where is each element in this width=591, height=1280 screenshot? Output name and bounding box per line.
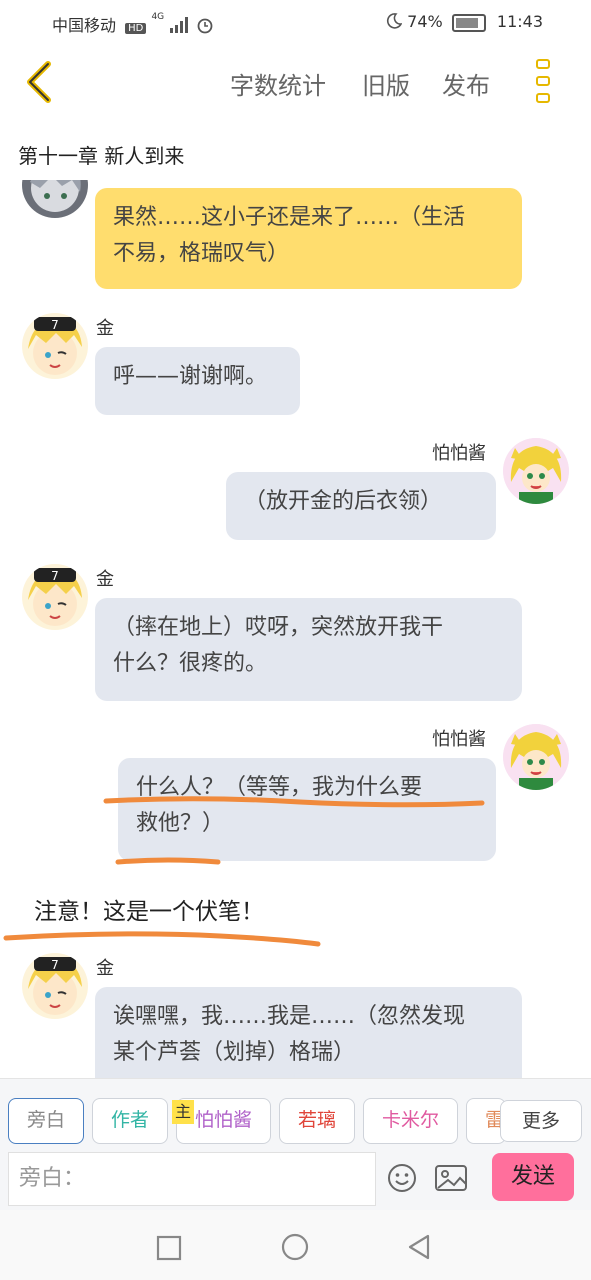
square-icon xyxy=(156,1235,182,1261)
moon-icon xyxy=(386,12,403,33)
host-badge: 主 xyxy=(172,1100,194,1124)
hd-badge: HD xyxy=(125,23,147,34)
menu-dot-icon xyxy=(536,76,550,86)
publish-button[interactable]: 发布 xyxy=(442,66,490,101)
circle-icon xyxy=(281,1233,309,1261)
alarm-icon xyxy=(196,16,214,38)
image-button[interactable] xyxy=(434,1163,468,1197)
more-roles-button[interactable]: 更多 xyxy=(500,1100,582,1142)
network-type: 4G xyxy=(151,12,165,22)
chapter-title: 第十一章 新人到来 xyxy=(18,144,185,168)
role-label: 怕怕酱 xyxy=(194,1109,252,1131)
back-button[interactable] xyxy=(20,56,64,108)
role-chip-ruoli[interactable]: 若璃 xyxy=(279,1098,355,1144)
role-label: 卡米尔 xyxy=(381,1109,439,1131)
role-label: 旁白 xyxy=(26,1109,65,1131)
role-label: 若璃 xyxy=(297,1109,336,1131)
image-icon xyxy=(435,1165,467,1191)
underline-stroke xyxy=(103,796,485,808)
menu-dot-icon xyxy=(536,59,550,69)
home-button[interactable] xyxy=(281,1233,309,1265)
battery-percent: 74% xyxy=(407,12,443,31)
message-input[interactable]: 旁白： xyxy=(8,1152,376,1206)
status-right: 74% 11:43 xyxy=(386,12,543,33)
role-chip-narration[interactable]: 旁白 xyxy=(8,1098,84,1144)
status-bar: 中国移动 HD 4G 74% 11:43 xyxy=(0,0,591,46)
send-button[interactable]: 发送 xyxy=(492,1153,574,1201)
underline-stroke xyxy=(3,931,321,947)
more-menu-button[interactable] xyxy=(530,56,558,108)
system-nav-bar xyxy=(0,1210,591,1280)
signal-icon xyxy=(169,16,191,37)
underline-stroke xyxy=(115,857,221,865)
back-nav-button[interactable] xyxy=(406,1233,432,1265)
emoji-button[interactable] xyxy=(386,1162,418,1198)
status-left: 中国移动 HD 4G xyxy=(52,12,214,38)
role-chip-author[interactable]: 作者 xyxy=(92,1098,168,1144)
clock: 11:43 xyxy=(496,12,543,31)
carrier-label: 中国移动 xyxy=(52,16,117,35)
role-chip-kamier[interactable]: 卡米尔 xyxy=(363,1098,458,1144)
annotation-strokes xyxy=(3,796,485,947)
old-version-button[interactable]: 旧版 xyxy=(362,66,410,101)
triangle-back-icon xyxy=(408,1234,430,1260)
role-label: 作者 xyxy=(110,1109,149,1131)
menu-dot-icon xyxy=(536,93,550,103)
chevron-left-icon xyxy=(27,61,51,103)
input-placeholder: 旁白： xyxy=(19,1166,86,1191)
chat-area[interactable]: 果然……这小子还是来了……（生活 不易，格瑞叹气） 7 金 呼——谢谢啊。 怕怕… xyxy=(0,180,591,1078)
recent-apps-button[interactable] xyxy=(156,1235,182,1265)
word-count-button[interactable]: 字数统计 xyxy=(230,66,326,101)
battery-icon xyxy=(451,13,486,32)
smiley-icon xyxy=(388,1164,416,1192)
